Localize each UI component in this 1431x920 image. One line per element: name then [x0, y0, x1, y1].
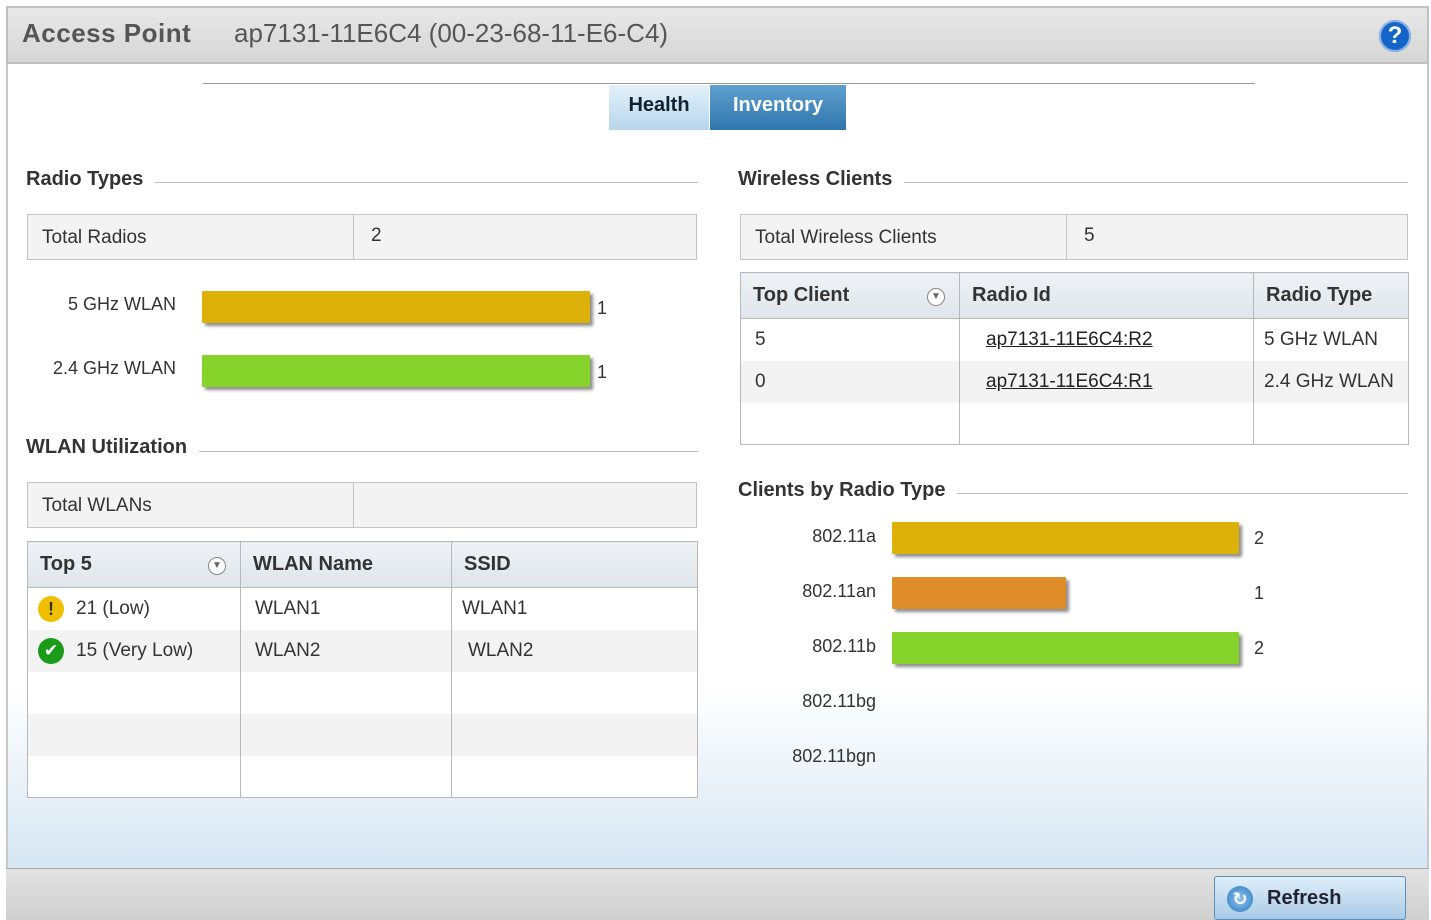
- sort-dropdown-icon[interactable]: ▼: [927, 288, 945, 306]
- radio-type-bar-label: 802.11bg: [802, 691, 876, 711]
- radio-bar-24ghz: [202, 355, 590, 387]
- utilization-value: 15 (Very Low): [76, 639, 194, 661]
- warning-icon: !: [38, 595, 64, 622]
- tab-health[interactable]: Health: [609, 85, 709, 130]
- radio-type-cell: 2.4 GHz WLAN: [1253, 360, 1409, 403]
- client-count-cell: 0: [740, 360, 960, 403]
- radio-bar-label: 5 GHz WLAN: [67, 294, 176, 314]
- tab-inventory[interactable]: Inventory: [710, 85, 846, 130]
- radio-bar-count: 1: [597, 298, 608, 318]
- radio-bar-count: 1: [597, 362, 608, 382]
- sort-dropdown-icon[interactable]: ▼: [208, 557, 226, 575]
- table-row-empty: [27, 755, 698, 798]
- radio-type-bar-label: 802.11a: [812, 526, 876, 546]
- ssid-cell: WLAN2: [451, 629, 698, 672]
- tab-divider: [203, 83, 1255, 84]
- wireless-clients-title: Wireless Clients: [738, 168, 905, 191]
- kv-divider: [1066, 215, 1067, 259]
- wlan-utilization-table: Top 5 ▼ WLAN Name SSID ! 21 (Low) WLAN1 WL…: [27, 541, 698, 798]
- ssid-cell: WLAN1: [451, 587, 698, 630]
- total-wireless-clients-box: Total Wireless Clients 5: [740, 214, 1408, 260]
- table-row[interactable]: ! 21 (Low) WLAN1 WLAN1: [27, 587, 698, 630]
- table-row[interactable]: 5 ap7131-11E6C4:R2 5 GHz WLAN: [740, 318, 1409, 361]
- column-header-wlan-name[interactable]: WLAN Name: [240, 541, 452, 588]
- total-radios-value: 2: [371, 225, 382, 246]
- table-row-empty: [27, 671, 698, 714]
- column-header-top5[interactable]: Top 5 ▼: [27, 541, 241, 588]
- kv-divider: [353, 483, 354, 527]
- refresh-button[interactable]: ↻ Refresh: [1214, 876, 1406, 920]
- column-header-label: Top 5: [40, 553, 92, 575]
- wlan-name-cell: WLAN1: [240, 587, 452, 630]
- radio-type-bar-label: 802.11b: [812, 636, 876, 656]
- device-identifier: ap7131-11E6C4 (00-23-68-11-E6-C4): [234, 18, 669, 48]
- kv-divider: [353, 215, 354, 259]
- wlan-name-cell: WLAN2: [240, 629, 452, 672]
- client-count-cell: 5: [740, 318, 960, 361]
- radio-type-bar: [892, 632, 1239, 664]
- radio-bar-5ghz: [202, 291, 590, 323]
- total-radios-label: Total Radios: [42, 227, 147, 248]
- radio-type-cell: 5 GHz WLAN: [1253, 318, 1409, 361]
- column-header-radio-id[interactable]: Radio Id: [959, 272, 1254, 319]
- radio-type-bar: [892, 522, 1239, 554]
- radio-type-bar-count: 2: [1254, 638, 1265, 658]
- radio-types-title: Radio Types: [26, 168, 156, 191]
- utilization-value: 21 (Low): [76, 597, 150, 619]
- column-header-label: Top Client: [753, 284, 850, 306]
- radio-type-bar-count: 1: [1254, 583, 1265, 603]
- radio-type-bar: [892, 577, 1066, 609]
- radio-type-bar-count: 2: [1254, 528, 1265, 548]
- radio-type-bar-label: 802.11an: [802, 581, 876, 601]
- total-wireless-clients-value: 5: [1084, 225, 1095, 246]
- refresh-icon: ↻: [1227, 886, 1253, 912]
- check-icon: ✔: [38, 637, 64, 664]
- radio-id-link[interactable]: ap7131-11E6C4:R2: [986, 329, 1153, 350]
- table-row-empty: [27, 713, 698, 756]
- title-bar: Access Point ap7131-11E6C4 (00-23-68-11-…: [6, 6, 1429, 64]
- wireless-clients-table: Top Client ▼ Radio Id Radio Type 5 ap7131…: [740, 272, 1409, 445]
- table-row-empty: [740, 402, 1409, 445]
- radio-id-link[interactable]: ap7131-11E6C4:R1: [986, 371, 1153, 392]
- column-header-ssid[interactable]: SSID: [451, 541, 698, 588]
- help-icon[interactable]: ?: [1379, 20, 1411, 52]
- total-wireless-clients-label: Total Wireless Clients: [755, 227, 937, 248]
- column-header-top-client[interactable]: Top Client ▼: [740, 272, 960, 319]
- table-row[interactable]: ✔ 15 (Very Low) WLAN2 WLAN2: [27, 629, 698, 672]
- total-wlans-box: Total WLANs: [27, 482, 697, 528]
- refresh-label: Refresh: [1267, 887, 1342, 909]
- radio-type-bar-label: 802.11bgn: [792, 746, 876, 766]
- page-title: Access Point: [22, 18, 192, 48]
- radio-bar-label: 2.4 GHz WLAN: [52, 358, 176, 378]
- total-wlans-label: Total WLANs: [42, 495, 152, 516]
- wlan-utilization-title: WLAN Utilization: [26, 436, 200, 459]
- total-radios-box: Total Radios 2: [27, 214, 697, 260]
- clients-by-radio-type-title: Clients by Radio Type: [738, 479, 958, 502]
- table-row[interactable]: 0 ap7131-11E6C4:R1 2.4 GHz WLAN: [740, 360, 1409, 403]
- column-header-radio-type[interactable]: Radio Type: [1253, 272, 1409, 319]
